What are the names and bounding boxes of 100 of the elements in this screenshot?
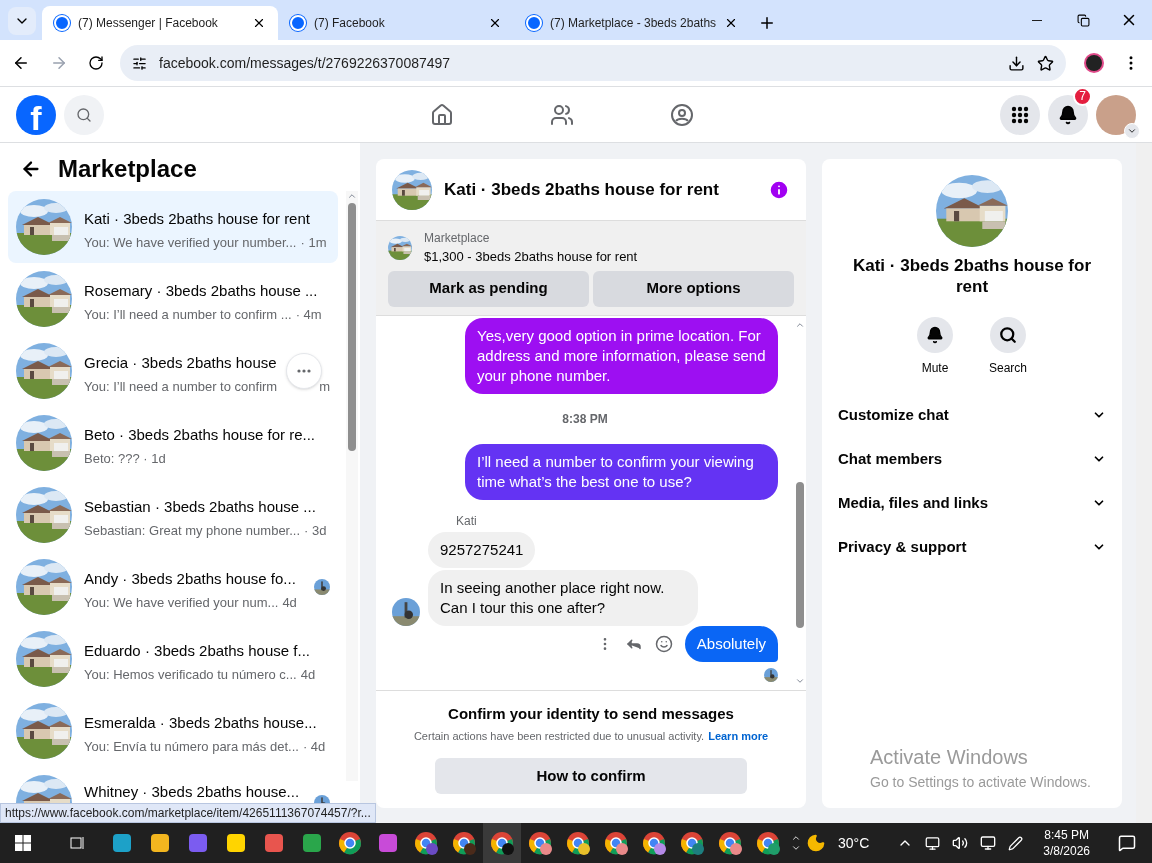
taskbar-button[interactable]	[483, 823, 521, 863]
close-tab-icon[interactable]	[724, 16, 738, 30]
app-icon	[111, 832, 133, 854]
search-icon	[999, 326, 1017, 344]
volume-icon[interactable]	[952, 835, 969, 851]
tab-search-button[interactable]	[8, 7, 36, 35]
conversation-title: Kati · 3beds 2baths house for rent	[84, 209, 310, 229]
close-tab-icon[interactable]	[252, 16, 266, 30]
action-label: Search	[989, 360, 1027, 377]
learn-more-link[interactable]: Learn more	[708, 727, 769, 744]
section-header[interactable]: Customize chat	[838, 393, 1106, 437]
facebook-favicon-icon	[526, 15, 542, 31]
conversation-item[interactable]: Esmeralda · 3beds 2baths house... You: Envía tu número para más det... · 4d	[8, 695, 338, 767]
conversation-title: Sebastian · 3beds 2baths house ...	[84, 497, 316, 517]
section-header[interactable]: Chat members	[838, 437, 1106, 481]
message-preview: You: We have verified your num...	[84, 593, 279, 612]
menu-button[interactable]	[1000, 94, 1040, 135]
page-scrollbar[interactable]	[1136, 143, 1152, 823]
conversation-title: Beto · 3beds 2baths house for re...	[84, 425, 315, 445]
chat-title: Kati · 3beds 2baths house for rent	[444, 178, 720, 201]
pen-icon[interactable]	[1008, 835, 1024, 851]
temperature: 30°C	[838, 833, 870, 853]
new-tab-icon[interactable]	[758, 14, 776, 32]
browser-app-icon	[756, 831, 780, 855]
listing-button[interactable]: More options	[593, 270, 794, 307]
app-icon	[187, 832, 209, 854]
browser-app-icon	[680, 831, 704, 855]
browser-app-icon	[338, 831, 362, 855]
search-button[interactable]	[990, 317, 1026, 353]
facebook-favicon-icon	[54, 15, 70, 31]
scrollbar[interactable]	[346, 191, 358, 781]
weather-icon	[806, 833, 826, 853]
conversation-item[interactable]: Sebastian · 3beds 2baths house ... Sebastian: Great my phone number... · 3d	[8, 479, 338, 551]
address-bar[interactable]: facebook.com/messages/t/2769226370087497	[120, 45, 1066, 81]
more-icon	[297, 369, 311, 373]
notification-center-icon[interactable]	[1118, 834, 1136, 852]
facebook-logo[interactable]: f	[16, 94, 56, 135]
clock-date: 3/8/2026	[1043, 843, 1090, 859]
mute-button[interactable]	[917, 317, 953, 353]
close-tab-icon[interactable]	[488, 16, 502, 30]
listing-title: $1,300 - 3beds 2baths house for rent	[424, 248, 638, 266]
bookmark-icon[interactable]	[1037, 54, 1054, 72]
app-icon	[301, 832, 323, 854]
confirm-button[interactable]: How to confirm	[435, 758, 747, 794]
message-preview: You: Envía tu número para más det...	[84, 737, 299, 756]
app-icon	[377, 832, 399, 854]
browser-tab[interactable]: (7) Facebook	[278, 6, 514, 40]
notification-badge: 7	[1073, 86, 1092, 106]
app-icon	[149, 832, 171, 854]
conversation-item[interactable]: Eduardo · 3beds 2baths house f... You: Hemos verificado tu número c... 4d	[8, 623, 338, 695]
browser-app-icon	[490, 831, 514, 855]
groups-icon[interactable]	[670, 102, 694, 127]
forward-icon[interactable]	[50, 54, 68, 72]
react-icon[interactable]	[654, 634, 673, 653]
conversation-title: Esmeralda · 3beds 2baths house...	[84, 713, 317, 733]
browser-app-icon	[718, 831, 742, 855]
message-time: · 4d	[302, 737, 326, 756]
message-preview: Sebastian: Great my phone number...	[84, 521, 301, 540]
home-icon[interactable]	[430, 102, 454, 127]
windows-start-icon[interactable]	[15, 835, 31, 851]
listing-button[interactable]: Mark as pending	[388, 270, 589, 307]
browser-tab[interactable]: (7) Messenger | Facebook	[42, 6, 278, 40]
task-view-icon[interactable]	[69, 835, 85, 851]
conversation-item[interactable]: Kati · 3beds 2baths house for rent You: We have verified your number... · 1m	[8, 191, 338, 263]
section-header[interactable]: Privacy & support	[838, 525, 1106, 569]
url-tooltip: https://www.facebook.com/marketplace/item/4265111367074457/?r...	[0, 803, 376, 823]
outgoing-message: Absolutely	[684, 625, 778, 662]
section-header[interactable]: Media, files and links	[838, 481, 1106, 525]
sender-name: Kati	[456, 512, 478, 530]
message-preview: You: I’ll need a number to confirm ...	[84, 305, 292, 324]
extension-icon[interactable]	[1086, 55, 1102, 71]
clock-time: 8:45 PM	[1044, 827, 1089, 843]
bell-icon	[926, 326, 944, 344]
install-icon[interactable]	[1008, 54, 1025, 72]
back-icon[interactable]	[12, 54, 30, 72]
message-preview: You: I’ll need a number to confirm	[84, 377, 278, 396]
browser-app-icon	[528, 831, 552, 855]
scroll-icon[interactable]	[791, 833, 801, 853]
conversation-item[interactable]: Andy · 3beds 2baths house fo... You: We have verified your num... 4d	[8, 551, 338, 623]
search-icon	[76, 106, 92, 123]
message-time: 4d	[282, 593, 297, 612]
action-label: Mute	[921, 360, 949, 377]
message-preview: You: We have verified your number...	[84, 233, 297, 252]
reload-icon[interactable]	[88, 55, 104, 71]
info-icon[interactable]	[768, 178, 790, 201]
site-settings-icon[interactable]	[132, 55, 147, 71]
browser-app-icon	[452, 831, 476, 855]
conversation-title: Whitney · 3beds 2baths house...	[84, 782, 300, 802]
conversation-item[interactable]: Rosemary · 3beds 2baths house ... You: I’ll need a number to confirm ... · 4m	[8, 263, 338, 335]
message-time: · 4m	[295, 305, 322, 324]
notice-text: Certain actions have been restricted due to unusual activity.	[413, 728, 705, 744]
conversation-item[interactable]: Beto · 3beds 2baths house for re... Beto: ??? · 1d	[8, 407, 338, 479]
app-icon	[225, 832, 247, 854]
outgoing-message: Yes,very good option in prime location. For address and more information, please send your phone number.	[465, 317, 778, 394]
browser-tab[interactable]: (7) Marketplace - 3beds 2baths	[514, 6, 750, 40]
timestamp: 8:38 PM	[561, 410, 609, 428]
contact-name: Kati · 3beds 2baths house for rent	[852, 255, 1092, 297]
conversation-item[interactable]: Grecia · 3beds 2baths house You: I’ll need a number to confirm m	[8, 335, 338, 407]
facebook-favicon-icon	[290, 15, 306, 31]
friends-icon[interactable]	[550, 102, 574, 127]
